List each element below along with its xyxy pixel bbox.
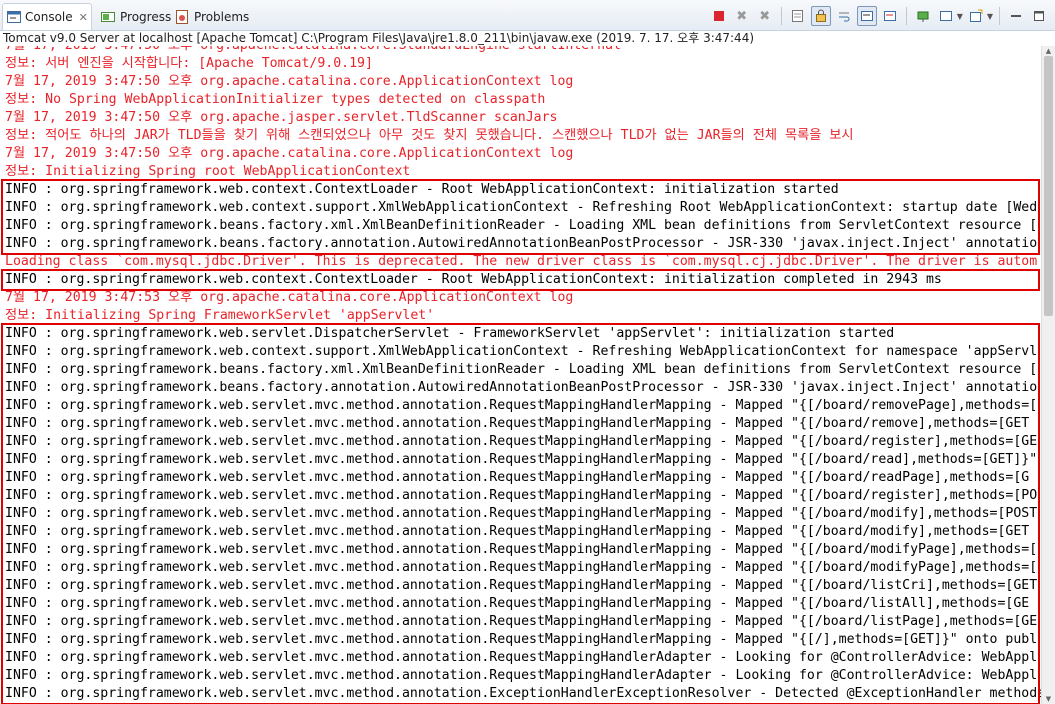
console-line: 7월 17, 2019 3:47:50 오후 org.apache.catali… [5, 74, 574, 89]
console-line: 정보: No Spring WebApplicationInitializer … [5, 92, 546, 107]
console-output[interactable]: 7월 17, 2019 3:47:50 오후 org.apache.catali… [0, 46, 1041, 704]
problems-icon [174, 9, 190, 25]
tab-problems[interactable]: Problems [170, 3, 255, 30]
console-line: 7월 17, 2019 3:47:50 오후 org.apache.catali… [5, 46, 621, 55]
pin-console-icon[interactable] [913, 6, 933, 26]
maximize-icon[interactable] [1029, 6, 1049, 26]
tab-progress-label: Progress [120, 9, 172, 24]
vertical-scrollbar[interactable]: ▲ ▼ [1041, 46, 1055, 704]
scroll-down-icon[interactable]: ▼ [1042, 694, 1055, 704]
scroll-lock-icon[interactable] [810, 6, 831, 26]
remove-launch-icon[interactable]: ✖ [732, 6, 752, 26]
scroll-up-icon[interactable]: ▲ [1042, 46, 1055, 56]
console-line: 정보: 서버 엔진을 시작합니다: [Apache Tomcat/9.0.19] [5, 56, 373, 71]
console-line: 7월 17, 2019 3:47:50 오후 org.apache.catali… [5, 146, 574, 161]
terminate-icon[interactable] [709, 6, 729, 26]
minimize-icon[interactable] [1006, 6, 1026, 26]
view-tab-bar: Console ✕ Progress Problems ✖ ✖ ▼ ▼ [0, 0, 1055, 31]
show-console-when-stderr-icon[interactable] [880, 6, 900, 26]
console-line: 정보: 적어도 하나의 JAR가 TLD들을 찾기 위해 스캔되었으나 아무 것… [5, 128, 854, 143]
chevron-down-icon[interactable]: ▼ [987, 12, 993, 21]
chevron-down-icon[interactable]: ▼ [957, 12, 963, 21]
open-console-icon[interactable] [966, 6, 986, 26]
word-wrap-icon[interactable] [834, 6, 854, 26]
tab-console-label: Console [25, 10, 73, 24]
console-icon [7, 9, 21, 25]
console-toolbar: ✖ ✖ ▼ ▼ [709, 5, 1049, 27]
show-console-when-stdout-icon[interactable] [856, 6, 877, 26]
progress-icon [100, 9, 116, 25]
close-icon[interactable]: ✕ [79, 11, 88, 24]
clear-console-icon[interactable] [788, 6, 808, 26]
tab-console[interactable]: Console ✕ [2, 3, 92, 30]
highlight-box [1, 179, 1040, 255]
remove-all-terminated-icon[interactable]: ✖ [755, 6, 775, 26]
tab-problems-label: Problems [194, 9, 250, 24]
console-line: 7월 17, 2019 3:47:53 오후 org.apache.catali… [5, 290, 574, 305]
highlight-box [1, 323, 1040, 704]
highlight-box [1, 269, 1040, 291]
tab-progress[interactable]: Progress [96, 3, 177, 30]
display-selected-console-icon[interactable] [936, 6, 956, 26]
scrollbar-thumb[interactable] [1044, 56, 1053, 316]
console-line: 7월 17, 2019 3:47:50 오후 org.apache.jasper… [5, 110, 558, 125]
process-label: Tomcat v9.0 Server at localhost [Apache … [0, 31, 1055, 46]
